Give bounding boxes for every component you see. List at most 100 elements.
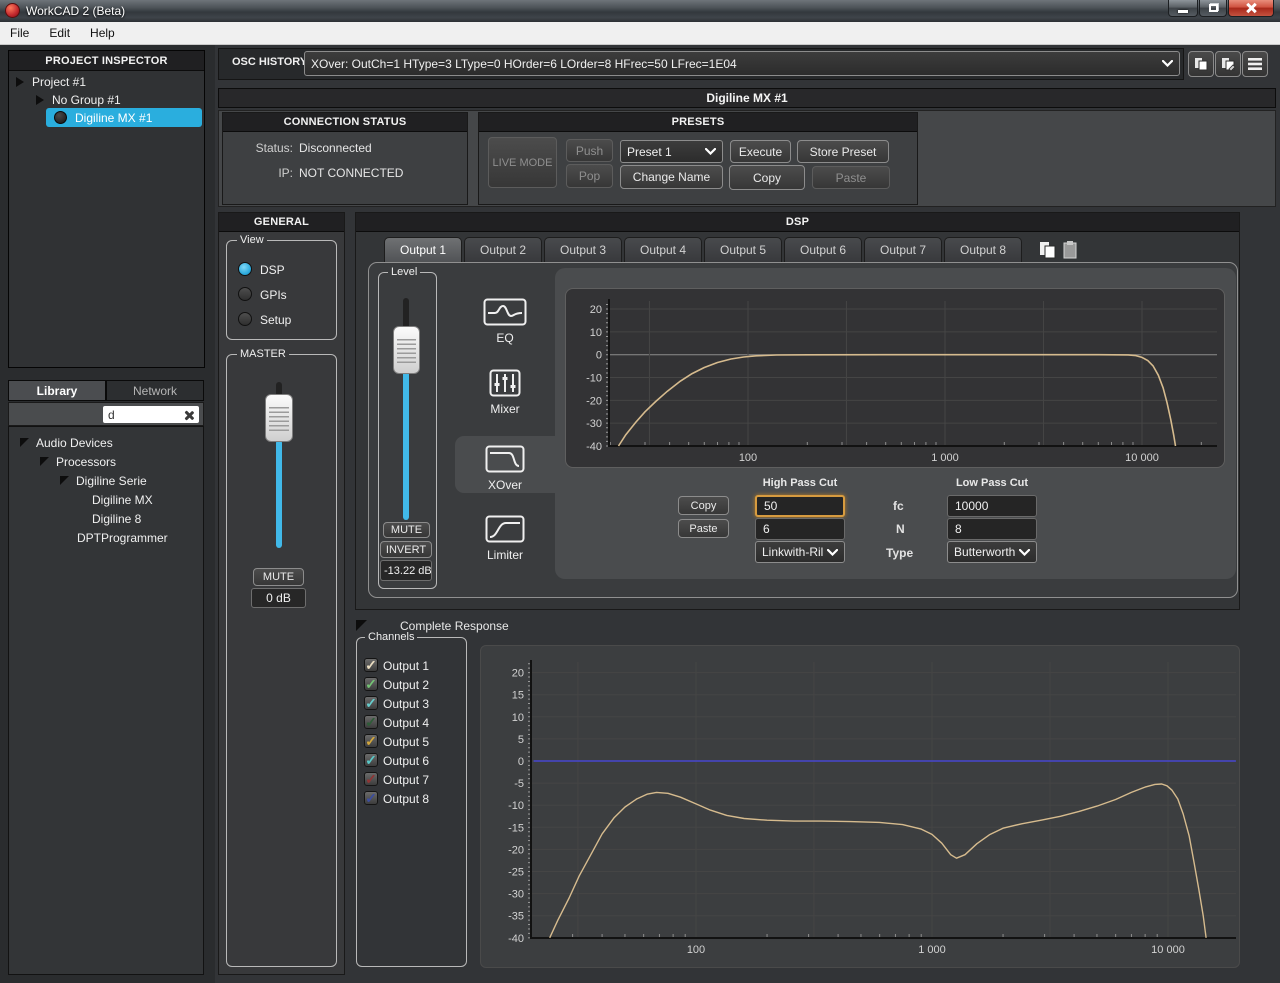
tree-item-digiline-8[interactable]: Digiline 8	[92, 509, 141, 528]
high-pass-cut-label: High Pass Cut	[740, 477, 860, 489]
lp-type-select[interactable]: Butterworth	[947, 541, 1037, 563]
tree-item-label: DPTProgrammer	[77, 531, 168, 545]
level-fader-track[interactable]	[403, 370, 409, 520]
expand-arrow-icon[interactable]	[36, 95, 44, 105]
svg-text:-25: -25	[508, 867, 524, 879]
section-mixer-label[interactable]: Mixer	[455, 402, 555, 416]
collapse-arrow-icon[interactable]	[40, 457, 49, 466]
channel-checkbox-8[interactable]: ✓	[364, 791, 378, 805]
tree-item-audio-devices[interactable]: Audio Devices	[20, 433, 113, 452]
hp-type-select[interactable]: Linkwith-Riley	[755, 541, 845, 563]
tab-output-5[interactable]: Output 5	[704, 237, 782, 262]
chevron-down-icon	[705, 148, 716, 155]
minimize-button[interactable]	[1168, 0, 1198, 17]
preset-value: Preset 1	[627, 145, 701, 159]
osc-history-dropdown[interactable]: XOver: OutCh=1 HType=3 LType=0 HOrder=6 …	[304, 51, 1180, 76]
tree-item-project[interactable]: Project #1	[16, 72, 86, 91]
clear-search-icon[interactable]	[184, 410, 194, 420]
channel-checkbox-2[interactable]: ✓	[364, 677, 378, 691]
pop-button[interactable]: Pop	[566, 164, 613, 188]
tab-output-2[interactable]: Output 2	[464, 237, 542, 262]
collapse-arrow-icon[interactable]	[60, 476, 69, 485]
paste-device-button[interactable]	[1215, 51, 1241, 77]
xover-response-chart: 20100-10-20-30-401001 00010 000	[566, 289, 1225, 468]
preset-select[interactable]: Preset 1	[620, 140, 723, 163]
tree-item-digiline-mx[interactable]: Digiline MX	[92, 490, 153, 509]
search-input[interactable]: d	[103, 406, 199, 423]
execute-button[interactable]: Execute	[730, 140, 791, 163]
title-bar: WorkCAD 2 (Beta)	[0, 0, 1280, 22]
tab-output-1[interactable]: Output 1	[384, 237, 462, 262]
paste-edit-icon	[1220, 56, 1236, 72]
channel-checkbox-6[interactable]: ✓	[364, 753, 378, 767]
xover-paste-button[interactable]: Paste	[678, 519, 729, 538]
radio-gpis[interactable]	[238, 287, 252, 301]
channel-checkbox-3[interactable]: ✓	[364, 696, 378, 710]
level-mute-button[interactable]: MUTE	[383, 522, 430, 538]
radio-setup[interactable]	[238, 312, 252, 326]
tab-output-7[interactable]: Output 7	[864, 237, 942, 262]
channel-checkbox-1[interactable]: ✓	[364, 658, 378, 672]
chevron-down-icon	[827, 549, 838, 556]
section-xover-label[interactable]: XOver	[455, 478, 555, 492]
hp-order-input[interactable]: 6	[755, 518, 845, 540]
tab-network[interactable]: Network	[106, 380, 204, 401]
tree-item-digiline-serie[interactable]: Digiline Serie	[60, 471, 147, 490]
menu-edit[interactable]: Edit	[39, 22, 80, 44]
collapse-arrow-icon[interactable]	[20, 438, 29, 447]
section-limiter[interactable]	[455, 515, 555, 543]
status-label: Status:	[223, 141, 293, 155]
lp-frequency-input[interactable]: 10000	[947, 495, 1037, 517]
tree-item-dptprogrammer[interactable]: DPTProgrammer	[77, 528, 168, 547]
svg-text:-10: -10	[508, 800, 524, 812]
restore-button[interactable]	[1199, 0, 1227, 17]
radio-dsp[interactable]	[238, 262, 252, 276]
master-fader-handle[interactable]	[265, 394, 293, 442]
live-mode-button[interactable]: LIVE MODE	[488, 137, 557, 188]
collapse-section-icon[interactable]	[356, 620, 367, 631]
type-label: Type	[886, 546, 913, 560]
close-button[interactable]	[1228, 0, 1274, 17]
paste-page-icon	[1061, 240, 1081, 261]
level-value[interactable]: -13.22 dB	[380, 560, 432, 581]
channel-checkbox-5[interactable]: ✓	[364, 734, 378, 748]
section-eq[interactable]	[455, 298, 555, 326]
connection-status-title: CONNECTION STATUS	[223, 113, 467, 132]
push-button[interactable]: Push	[566, 139, 613, 162]
master-level-value[interactable]: 0 dB	[251, 588, 306, 608]
change-name-button[interactable]: Change Name	[620, 165, 723, 189]
menu-help[interactable]: Help	[80, 22, 125, 44]
copy-device-button[interactable]	[1188, 51, 1214, 77]
copy-preset-button[interactable]: Copy	[729, 165, 805, 190]
master-fader-track[interactable]	[276, 440, 282, 548]
section-mixer[interactable]	[455, 369, 555, 397]
hp-type-value: Linkwith-Riley	[762, 545, 823, 559]
tab-output-3[interactable]: Output 3	[544, 237, 622, 262]
section-limiter-label[interactable]: Limiter	[455, 548, 555, 562]
tab-output-6[interactable]: Output 6	[784, 237, 862, 262]
svg-text:10 000: 10 000	[1151, 944, 1185, 956]
limiter-icon	[485, 515, 525, 543]
expand-arrow-icon[interactable]	[16, 77, 24, 87]
main-menu-button[interactable]	[1242, 51, 1268, 77]
level-fader-handle[interactable]	[393, 326, 420, 374]
channel-checkbox-7[interactable]: ✓	[364, 772, 378, 786]
tree-item-processors[interactable]: Processors	[40, 452, 116, 471]
tab-library[interactable]: Library	[8, 380, 106, 401]
tree-item-device-selected[interactable]: Digiline MX #1	[46, 108, 202, 127]
paste-preset-button[interactable]: Paste	[812, 166, 890, 189]
lp-order-input[interactable]: 8	[947, 518, 1037, 540]
tab-output-4[interactable]: Output 4	[624, 237, 702, 262]
hp-frequency-input[interactable]: 50	[755, 495, 845, 517]
xover-copy-button[interactable]: Copy	[678, 496, 729, 515]
section-eq-label[interactable]: EQ	[455, 331, 555, 345]
view-legend: View	[237, 234, 267, 246]
store-preset-button[interactable]: Store Preset	[797, 140, 889, 163]
level-invert-button[interactable]: INVERT	[380, 541, 432, 558]
section-xover-icon-wrap[interactable]	[455, 445, 555, 473]
channel-checkbox-4[interactable]: ✓	[364, 715, 378, 729]
master-mute-button[interactable]: MUTE	[253, 568, 304, 586]
menu-file[interactable]: File	[0, 22, 39, 44]
tab-output-8[interactable]: Output 8	[944, 237, 1022, 262]
tree-item-group[interactable]: No Group #1	[36, 90, 121, 109]
